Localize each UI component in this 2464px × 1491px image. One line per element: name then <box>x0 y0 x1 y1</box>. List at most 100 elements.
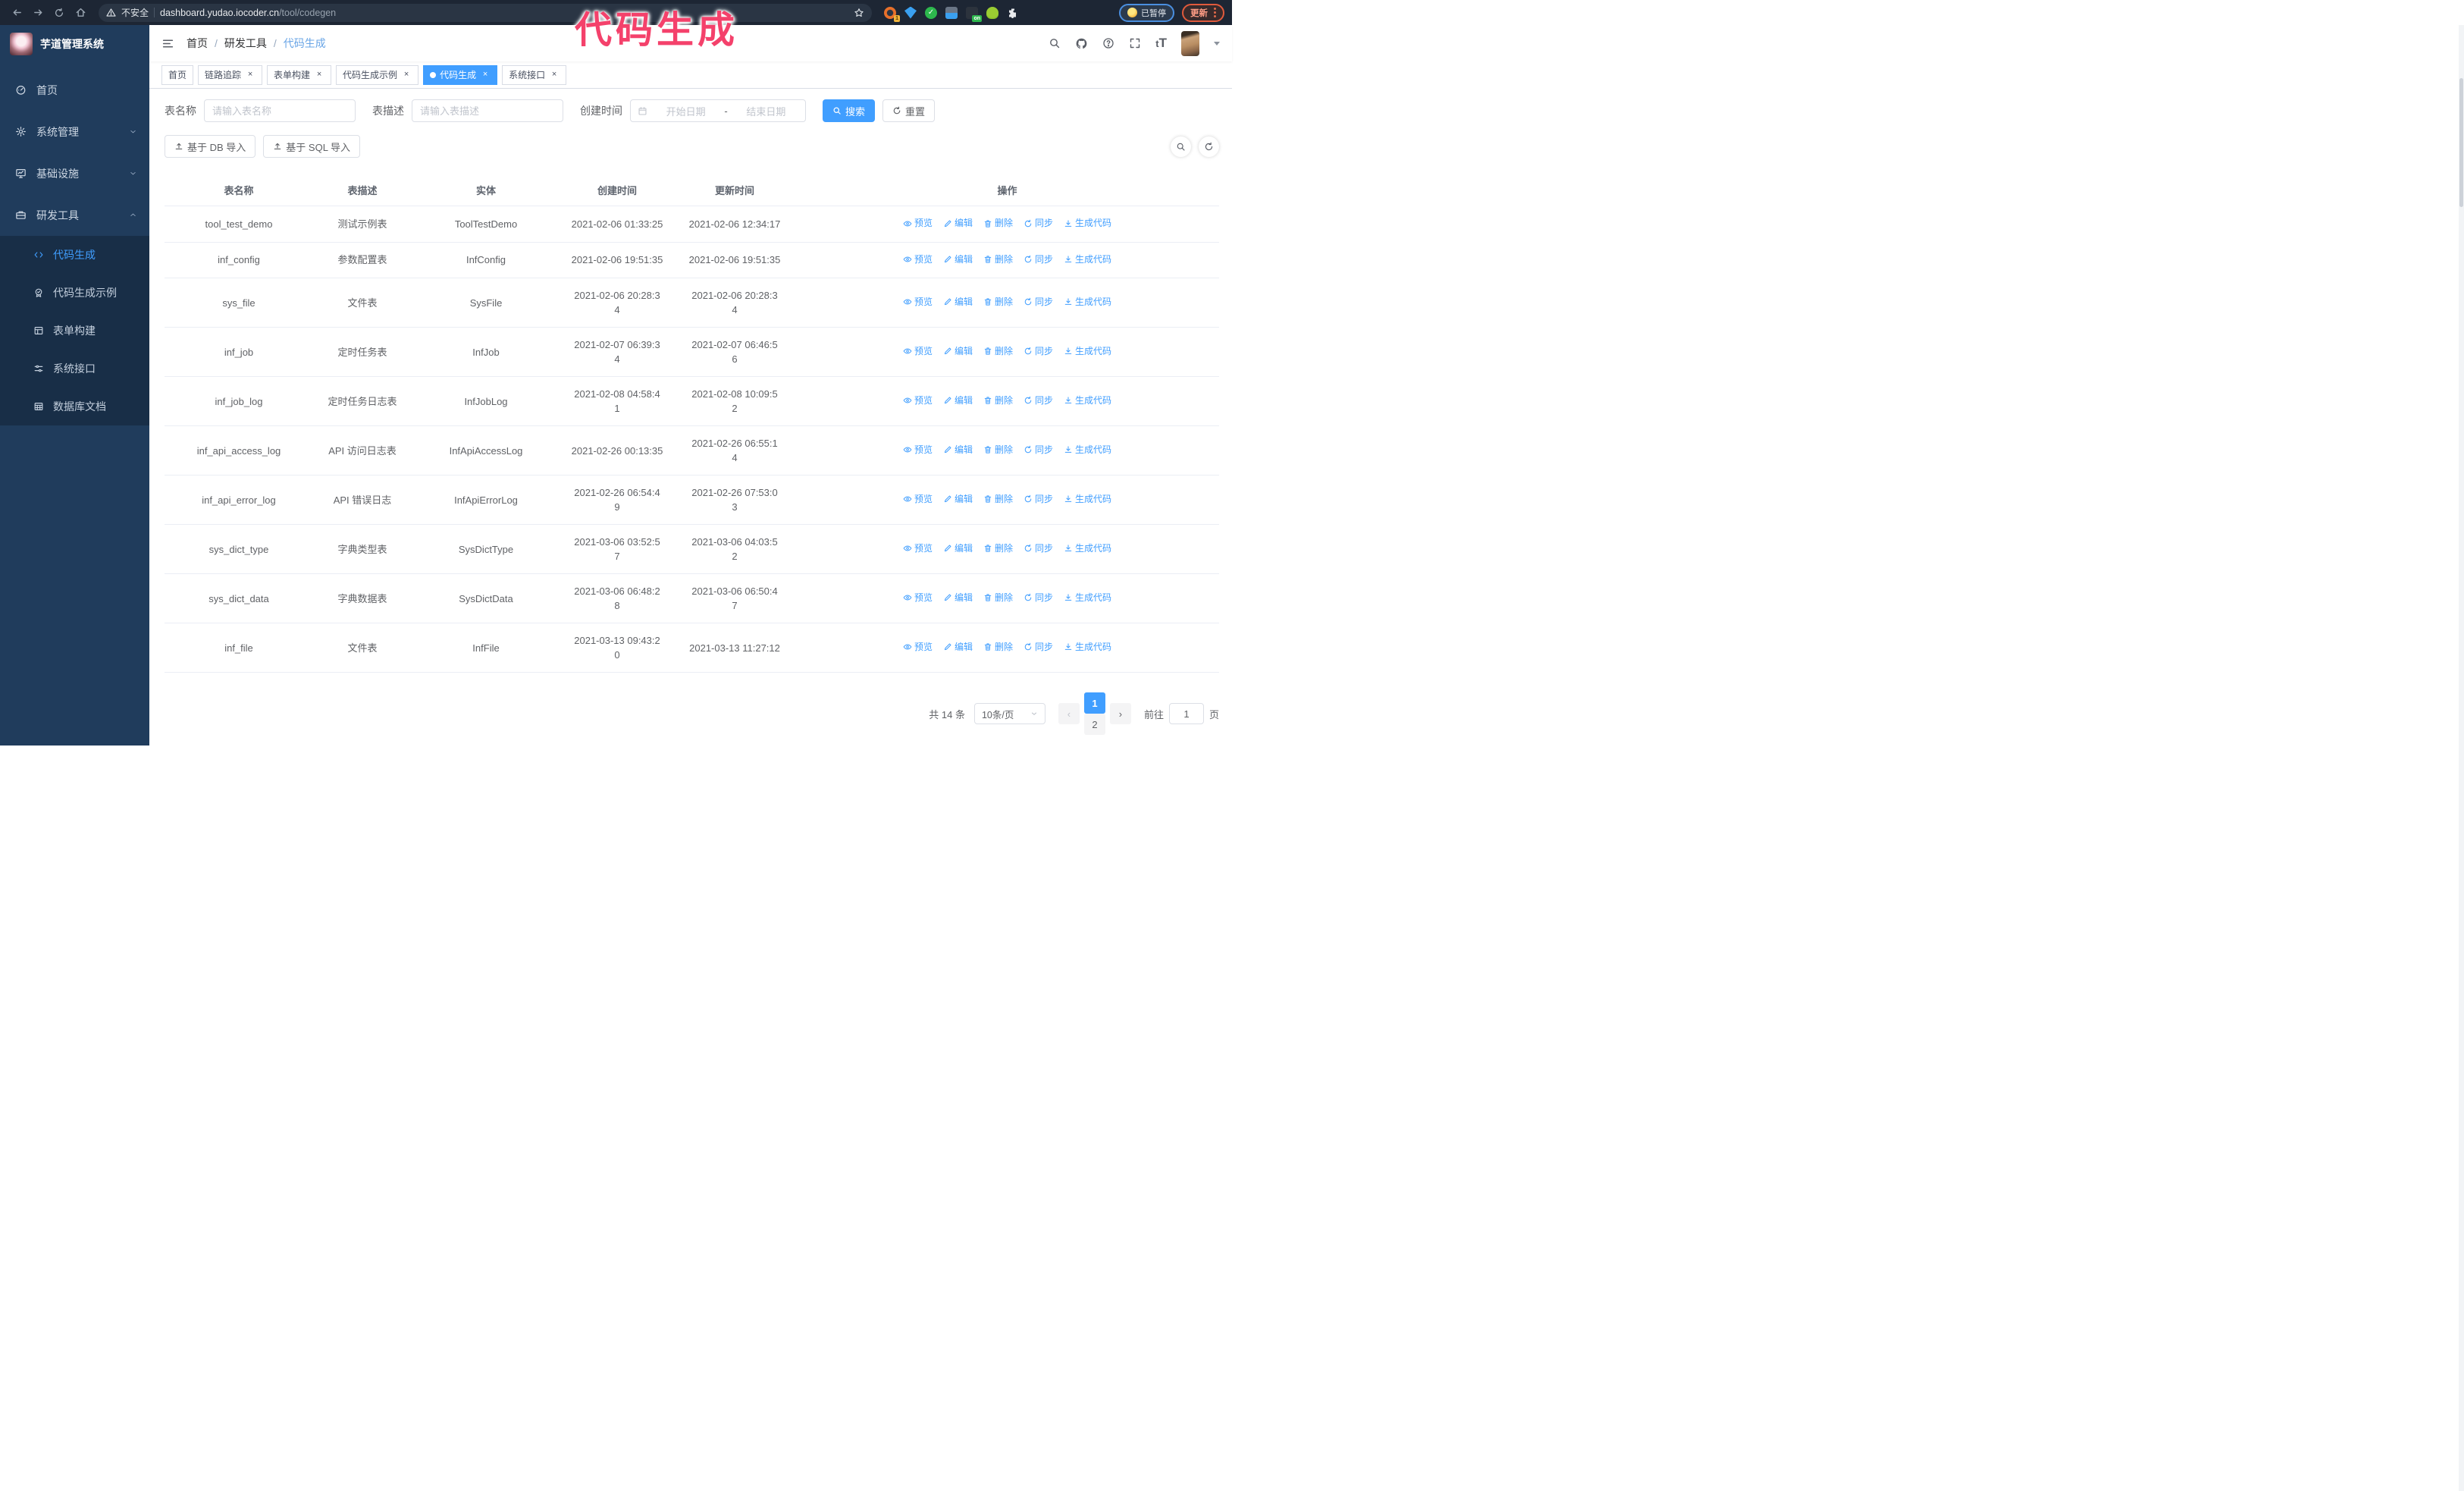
page-button-1[interactable]: 1 <box>1083 692 1105 714</box>
fullscreen-icon[interactable] <box>1129 37 1141 49</box>
action-download[interactable]: 生成代码 <box>1064 541 1111 556</box>
close-icon[interactable]: × <box>549 70 560 80</box>
start-date-placeholder[interactable]: 开始日期 <box>654 104 718 118</box>
puzzle-icon[interactable] <box>1007 7 1019 19</box>
tab-6[interactable]: 系统接口 × <box>502 64 567 85</box>
action-edit[interactable]: 编辑 <box>943 591 973 605</box>
close-icon[interactable]: × <box>245 70 255 80</box>
chevron-down-icon[interactable] <box>1214 41 1220 46</box>
action-del[interactable]: 删除 <box>983 216 1013 231</box>
paused-badge[interactable]: 已暂停 <box>1119 3 1174 22</box>
home-icon[interactable] <box>71 4 89 22</box>
sidebar-item-gear[interactable]: 系统管理 <box>0 111 149 152</box>
url-text[interactable]: dashboard.yudao.iocoder.cn/tool/codegen <box>160 8 848 18</box>
action-del[interactable]: 删除 <box>983 591 1013 605</box>
action-del[interactable]: 删除 <box>983 541 1013 556</box>
action-edit[interactable]: 编辑 <box>943 344 973 359</box>
bookmark-star-icon[interactable] <box>854 8 864 18</box>
action-sync[interactable]: 同步 <box>1024 253 1053 267</box>
address-bar[interactable]: 不安全 dashboard.yudao.iocoder.cn/tool/code… <box>99 3 872 22</box>
avatar[interactable] <box>1181 30 1199 56</box>
help-icon[interactable] <box>1102 37 1114 49</box>
action-edit[interactable]: 编辑 <box>943 295 973 309</box>
update-button[interactable]: 更新 <box>1182 3 1224 22</box>
action-del[interactable]: 删除 <box>983 492 1013 507</box>
next-page-button[interactable]: › <box>1109 703 1131 724</box>
action-eye[interactable]: 预览 <box>903 640 933 654</box>
date-range-picker[interactable]: 开始日期 - 结束日期 <box>630 99 806 122</box>
action-sync[interactable]: 同步 <box>1024 640 1053 654</box>
action-edit[interactable]: 编辑 <box>943 640 973 654</box>
table-name-input[interactable] <box>204 99 356 122</box>
action-eye[interactable]: 预览 <box>903 591 933 605</box>
action-del[interactable]: 删除 <box>983 253 1013 267</box>
extension-gem-icon[interactable] <box>904 6 917 19</box>
action-download[interactable]: 生成代码 <box>1064 591 1111 605</box>
tab-2[interactable]: 链路追踪 × <box>198 64 263 85</box>
action-download[interactable]: 生成代码 <box>1064 216 1111 231</box>
sidebar-subitem-form[interactable]: 表单构建 <box>0 312 149 350</box>
search-button[interactable]: 搜索 <box>823 99 876 122</box>
tab-3[interactable]: 表单构建 × <box>267 64 332 85</box>
search-icon[interactable] <box>1049 37 1061 49</box>
action-edit[interactable]: 编辑 <box>943 394 973 408</box>
action-del[interactable]: 删除 <box>983 640 1013 654</box>
action-edit[interactable]: 编辑 <box>943 492 973 507</box>
action-sync[interactable]: 同步 <box>1024 443 1053 457</box>
page-size-select[interactable]: 10条/页 <box>973 703 1045 724</box>
forward-icon[interactable] <box>29 4 47 22</box>
action-sync[interactable]: 同步 <box>1024 344 1053 359</box>
action-sync[interactable]: 同步 <box>1024 541 1053 556</box>
extension-dark-icon[interactable]: on <box>966 6 982 22</box>
tab-5[interactable]: 代码生成 × <box>423 64 498 85</box>
table-desc-input[interactable] <box>412 99 563 122</box>
action-edit[interactable]: 编辑 <box>943 253 973 267</box>
github-icon[interactable] <box>1075 37 1088 50</box>
prev-page-button[interactable]: ‹ <box>1058 703 1080 724</box>
action-eye[interactable]: 预览 <box>903 394 933 408</box>
tab-1[interactable]: 首页 <box>161 64 194 85</box>
reload-icon[interactable] <box>50 4 68 22</box>
refresh-table-button[interactable] <box>1199 136 1219 157</box>
extension-orange-icon[interactable]: 1 <box>884 6 900 22</box>
action-sync[interactable]: 同步 <box>1024 394 1053 408</box>
extension-green-icon[interactable] <box>986 6 998 19</box>
close-icon[interactable]: × <box>401 70 412 80</box>
sidebar-item-monitor[interactable]: 基础设施 <box>0 152 149 194</box>
action-eye[interactable]: 预览 <box>903 443 933 457</box>
end-date-placeholder[interactable]: 结束日期 <box>734 104 798 118</box>
action-edit[interactable]: 编辑 <box>943 216 973 231</box>
sidebar-subitem-sliders[interactable]: 系统接口 <box>0 350 149 388</box>
action-del[interactable]: 删除 <box>983 443 1013 457</box>
close-icon[interactable]: × <box>480 70 491 80</box>
action-sync[interactable]: 同步 <box>1024 591 1053 605</box>
sidebar-subitem-code[interactable]: 代码生成 <box>0 236 149 274</box>
breadcrumb-home[interactable]: 首页 <box>187 36 208 51</box>
action-eye[interactable]: 预览 <box>903 541 933 556</box>
extension-check-icon[interactable]: ✓ <box>925 6 937 19</box>
action-eye[interactable]: 预览 <box>903 344 933 359</box>
action-sync[interactable]: 同步 <box>1024 295 1053 309</box>
font-size-icon[interactable]: tT <box>1155 36 1167 51</box>
menu-dots-icon[interactable] <box>1214 8 1216 17</box>
extension-grid-icon[interactable] <box>945 6 958 19</box>
db-import-button[interactable]: 基于 DB 导入 <box>165 135 256 158</box>
jump-page-input[interactable] <box>1168 703 1204 724</box>
action-eye[interactable]: 预览 <box>903 295 933 309</box>
tab-4[interactable]: 代码生成示例 × <box>336 64 419 85</box>
reset-button[interactable]: 重置 <box>882 99 936 122</box>
action-sync[interactable]: 同步 <box>1024 216 1053 231</box>
action-download[interactable]: 生成代码 <box>1064 253 1111 267</box>
action-download[interactable]: 生成代码 <box>1064 344 1111 359</box>
back-icon[interactable] <box>8 4 26 22</box>
scrollbar-thumb[interactable] <box>2459 78 2463 207</box>
action-eye[interactable]: 预览 <box>903 216 933 231</box>
sidebar-subitem-dbdoc[interactable]: 数据库文档 <box>0 388 149 425</box>
action-eye[interactable]: 预览 <box>903 492 933 507</box>
action-del[interactable]: 删除 <box>983 344 1013 359</box>
hamburger-icon[interactable] <box>161 37 174 50</box>
action-eye[interactable]: 预览 <box>903 253 933 267</box>
sidebar-item-toolbox[interactable]: 研发工具 <box>0 194 149 236</box>
page-scrollbar[interactable] <box>2459 25 2464 1491</box>
sql-import-button[interactable]: 基于 SQL 导入 <box>263 135 361 158</box>
